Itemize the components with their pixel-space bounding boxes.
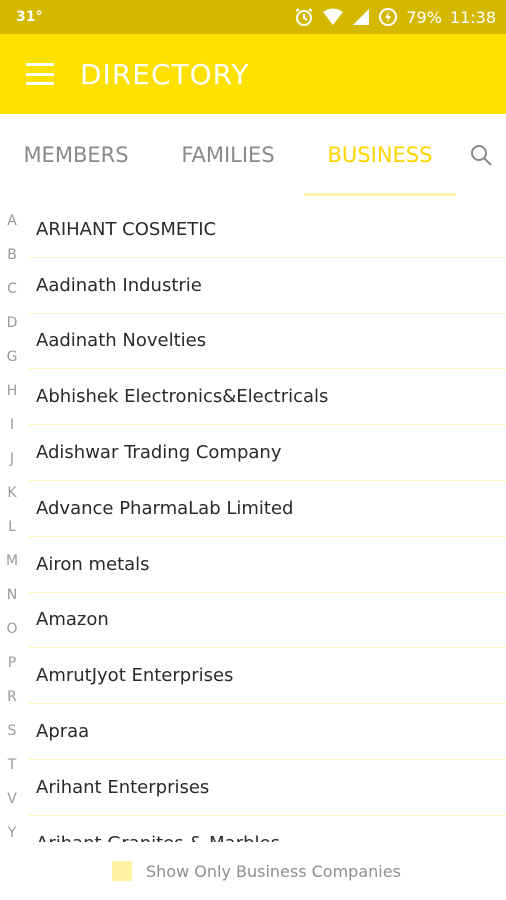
- index-letter[interactable]: A: [7, 212, 17, 230]
- business-name: Aadinath Novelties: [36, 330, 207, 352]
- alarm-icon: [294, 7, 314, 27]
- page-title: DIRECTORY: [80, 57, 250, 91]
- business-name: Apraa: [36, 721, 90, 743]
- list-item[interactable]: Arihant Granites & Marbles: [28, 816, 506, 842]
- status-bar: 31° 79% 11:38: [0, 0, 506, 34]
- search-icon[interactable]: [456, 114, 506, 196]
- index-letter[interactable]: Y: [8, 824, 17, 842]
- wifi-icon: [322, 8, 344, 26]
- index-letter[interactable]: S: [8, 722, 17, 740]
- business-name: Aadinath Industrie: [36, 274, 202, 296]
- index-letter[interactable]: C: [7, 280, 17, 298]
- list-item[interactable]: Adishwar Trading Company: [28, 425, 506, 481]
- list-item[interactable]: ARIHANT COSMETIC: [28, 202, 506, 258]
- tab-members[interactable]: MEMBERS: [0, 114, 152, 196]
- business-name: AmrutJyot Enterprises: [36, 665, 234, 687]
- footer: Show Only Business Companies: [0, 842, 506, 900]
- index-letter[interactable]: I: [10, 416, 14, 434]
- clock-time: 11:38: [449, 7, 496, 27]
- index-letter[interactable]: H: [7, 382, 18, 400]
- list-item[interactable]: Aadinath Industrie: [28, 258, 506, 314]
- app-bar: DIRECTORY: [0, 34, 506, 114]
- list-item[interactable]: Airon metals: [28, 537, 506, 593]
- tab-business[interactable]: BUSINESS: [304, 114, 456, 196]
- signal-icon: [352, 8, 370, 26]
- index-letter[interactable]: O: [6, 620, 17, 638]
- index-letter[interactable]: R: [7, 688, 17, 706]
- business-name: Airon metals: [36, 553, 150, 575]
- index-letter[interactable]: M: [6, 552, 18, 570]
- business-name: Advance PharmaLab Limited: [36, 497, 294, 519]
- business-name: Abhishek Electronics&Electricals: [36, 386, 329, 408]
- index-letter[interactable]: V: [7, 790, 17, 808]
- business-name: Adishwar Trading Company: [36, 442, 282, 464]
- index-letter[interactable]: D: [7, 314, 18, 332]
- index-letter[interactable]: G: [7, 348, 18, 366]
- tab-bar: MEMBERS FAMILIES BUSINESS: [0, 114, 506, 196]
- list-item[interactable]: AmrutJyot Enterprises: [28, 648, 506, 705]
- battery-saver-icon: [378, 7, 398, 27]
- alphabet-index: ABCDGHIJKLMNOPRSTVY: [0, 212, 24, 842]
- battery-percent: 79%: [406, 7, 442, 27]
- business-name: ARIHANT COSMETIC: [36, 218, 217, 240]
- list-item[interactable]: Advance PharmaLab Limited: [28, 481, 506, 537]
- list-item[interactable]: Aadinath Novelties: [28, 314, 506, 370]
- list-item[interactable]: Abhishek Electronics&Electricals: [28, 369, 506, 426]
- status-icons: 79% 11:38: [294, 7, 496, 27]
- index-letter[interactable]: L: [8, 518, 16, 536]
- checkbox-label: Show Only Business Companies: [146, 861, 401, 881]
- temperature-text: 31°: [16, 9, 43, 25]
- tab-families[interactable]: FAMILIES: [152, 114, 304, 196]
- list-item[interactable]: Apraa: [28, 704, 506, 760]
- index-letter[interactable]: B: [7, 246, 17, 264]
- business-name: Arihant Granites & Marbles: [36, 833, 280, 842]
- business-only-checkbox[interactable]: [112, 861, 132, 881]
- list-item[interactable]: Amazon: [28, 593, 506, 649]
- index-letter[interactable]: N: [7, 586, 17, 604]
- business-list: ARIHANT COSMETIC Aadinath Industrie Aadina…: [28, 202, 506, 842]
- business-name: Arihant Enterprises: [36, 776, 210, 798]
- index-letter[interactable]: K: [7, 484, 16, 502]
- index-letter[interactable]: T: [8, 756, 17, 774]
- list-item[interactable]: Arihant Enterprises: [28, 760, 506, 816]
- index-letter[interactable]: J: [10, 450, 14, 468]
- business-name: Amazon: [36, 609, 109, 631]
- index-letter[interactable]: P: [8, 654, 16, 672]
- hamburger-menu-icon[interactable]: [26, 63, 54, 85]
